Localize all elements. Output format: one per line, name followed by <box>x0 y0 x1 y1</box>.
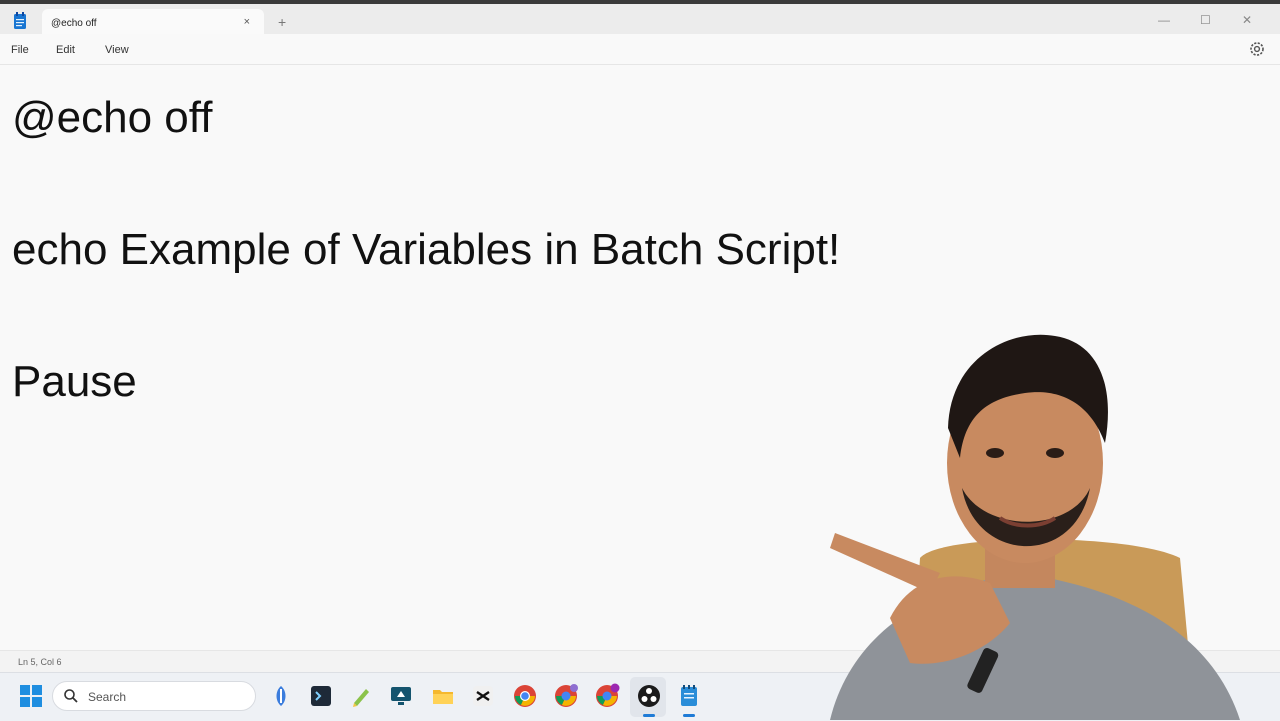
terminal-icon[interactable] <box>308 683 334 709</box>
editor-line-3: echo Example of Variables in Batch Scrip… <box>12 225 841 274</box>
minimize-button[interactable]: — <box>1158 13 1170 27</box>
notepad-pencil-icon[interactable] <box>348 683 374 709</box>
remote-desktop-icon[interactable] <box>388 683 414 709</box>
notepad-icon[interactable] <box>676 683 702 709</box>
new-tab-button[interactable]: + <box>278 14 286 30</box>
editor-line-1: @echo off <box>12 93 213 142</box>
file-explorer-icon[interactable] <box>430 683 456 709</box>
title-bar: @echo off × + — ☐ ✕ <box>0 4 1280 38</box>
presenter-webcam-overlay <box>830 334 1240 720</box>
notepad-app-icon <box>14 12 26 29</box>
obs-icon[interactable] <box>636 683 662 709</box>
capcut-icon[interactable] <box>470 683 496 709</box>
menu-edit[interactable]: Edit <box>56 44 75 56</box>
windows-start-icon[interactable] <box>20 685 42 707</box>
menu-file[interactable]: File <box>11 44 29 56</box>
close-tab-icon[interactable]: × <box>244 16 250 28</box>
chrome-profile-icon[interactable] <box>553 683 579 709</box>
tab-title: @echo off <box>51 18 97 29</box>
notepad-open-indicator <box>683 714 695 717</box>
menu-view[interactable]: View <box>105 44 129 56</box>
chrome-profile-2-icon[interactable] <box>594 683 620 709</box>
menu-bar: File Edit View <box>0 34 1280 65</box>
settings-gear-icon[interactable] <box>1248 40 1266 58</box>
cursor-position: Ln 5, Col 6 <box>18 657 62 667</box>
chrome-icon[interactable] <box>512 683 538 709</box>
search-placeholder: Search <box>88 690 127 704</box>
active-app-indicator <box>643 714 655 717</box>
taskbar-search-box[interactable]: Search <box>52 681 256 711</box>
close-window-button[interactable]: ✕ <box>1242 13 1252 27</box>
maximize-button[interactable]: ☐ <box>1200 13 1211 27</box>
editor-line-5: Pause <box>12 357 137 406</box>
search-icon <box>64 689 78 703</box>
copilot-icon[interactable] <box>268 683 294 709</box>
